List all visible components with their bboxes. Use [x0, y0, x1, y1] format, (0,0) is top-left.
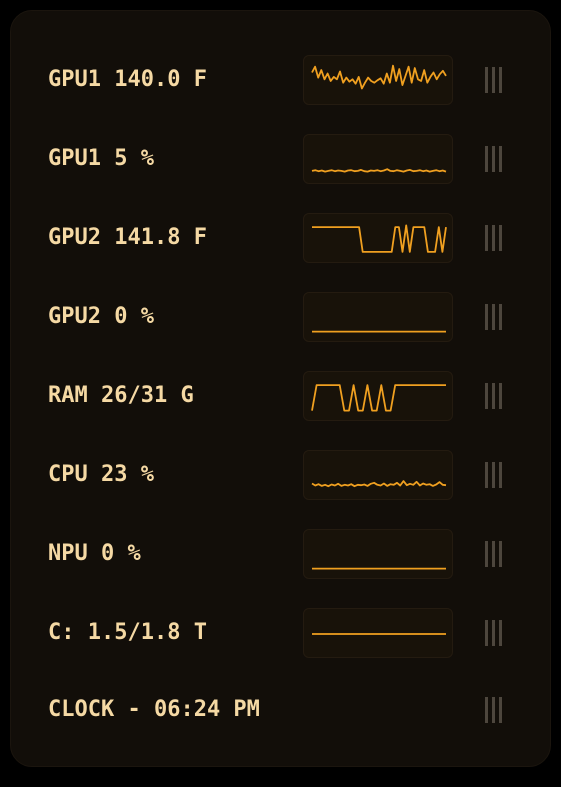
widget-gpu2-temperature: GPU2 141.8 F	[11, 208, 552, 268]
drag-handle-icon[interactable]	[483, 697, 507, 723]
system-monitor-panel: GPU1 140.0 F GPU1 5 % GPU2 141.8 F GPU2 …	[10, 10, 551, 767]
drag-handle-icon[interactable]	[483, 67, 507, 93]
disk-usage-graph	[303, 608, 453, 658]
widget-ram-usage: RAM 26/31 G	[11, 366, 552, 426]
drag-handle-icon[interactable]	[483, 541, 507, 567]
npu-usage-graph	[303, 529, 453, 579]
drag-handle-icon[interactable]	[483, 620, 507, 646]
widget-cpu-usage: CPU 23 %	[11, 445, 552, 505]
gpu1-usage-line	[311, 168, 447, 173]
drag-handle-icon[interactable]	[483, 146, 507, 172]
gpu2-temperature-graph	[303, 213, 453, 263]
cpu-usage-line	[311, 480, 447, 488]
gpu2-usage-label: GPU2 0 %	[48, 304, 154, 329]
gpu1-temperature-graph	[303, 55, 453, 105]
ram-usage-graph	[303, 371, 453, 421]
npu-usage-label: NPU 0 %	[48, 541, 141, 566]
ram-usage-label: RAM 26/31 G	[48, 383, 194, 408]
widget-disk-usage: C: 1.5/1.8 T	[11, 603, 552, 663]
cpu-usage-label: CPU 23 %	[48, 462, 154, 487]
gpu1-temperature-label: GPU1 140.0 F	[48, 67, 207, 92]
clock-label: CLOCK - 06:24 PM	[48, 697, 260, 722]
gpu2-temperature-label: GPU2 141.8 F	[48, 225, 207, 250]
drag-handle-icon[interactable]	[483, 304, 507, 330]
widget-clock: CLOCK - 06:24 PM	[11, 680, 552, 740]
ram-usage-line	[311, 384, 446, 412]
gpu1-usage-graph	[303, 134, 453, 184]
drag-handle-icon[interactable]	[483, 462, 507, 488]
gpu1-temperature-line	[311, 64, 447, 90]
gpu2-temperature-line	[312, 224, 447, 253]
disk-usage-label: C: 1.5/1.8 T	[48, 620, 207, 645]
widget-gpu1-usage: GPU1 5 %	[11, 129, 552, 189]
drag-handle-icon[interactable]	[483, 225, 507, 251]
gpu2-usage-graph	[303, 292, 453, 342]
widget-gpu2-usage: GPU2 0 %	[11, 287, 552, 347]
gpu1-usage-label: GPU1 5 %	[48, 146, 154, 171]
cpu-usage-graph	[303, 450, 453, 500]
widget-npu-usage: NPU 0 %	[11, 524, 552, 584]
widget-gpu1-temperature: GPU1 140.0 F	[11, 50, 552, 110]
drag-handle-icon[interactable]	[483, 383, 507, 409]
